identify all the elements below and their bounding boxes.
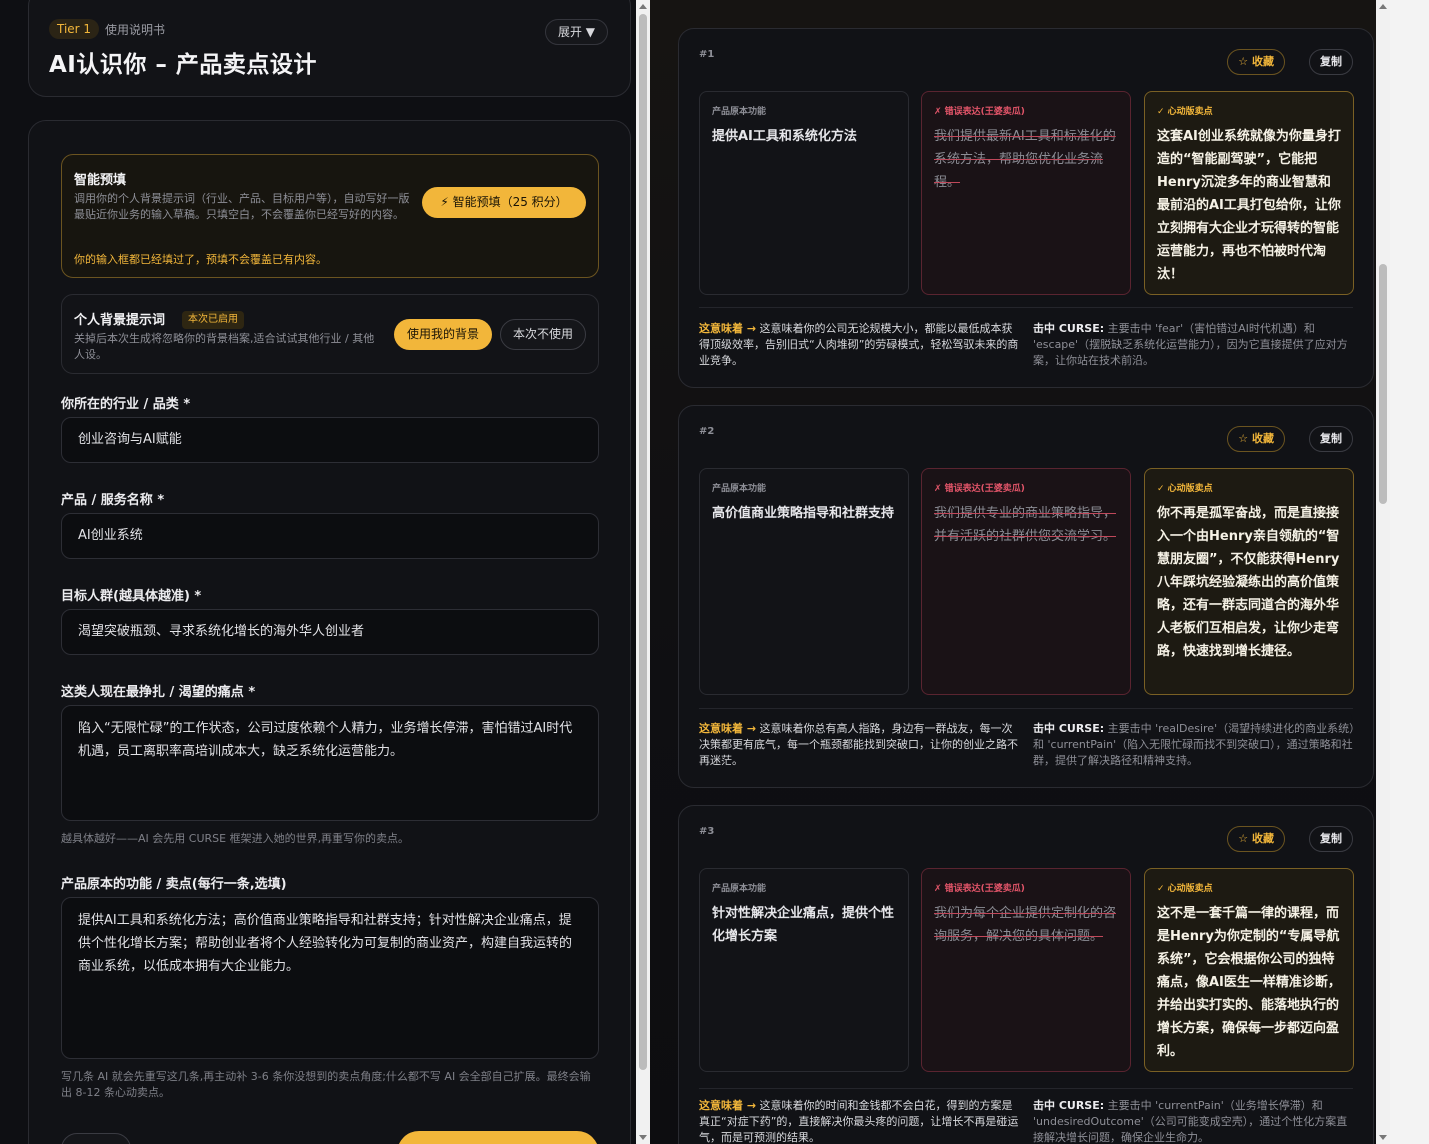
wrong-expression-column: ✗ 错误表达(王婆卖瓜) 我们提供专业的商业策略指导，并有活跃的社群供您交流学习… xyxy=(921,468,1131,695)
enabled-badge: 本次已启用 xyxy=(182,311,244,329)
meaning-text: 这意味着 → 这意味着你总有高人指路，身边有一群战友，每一次决策都更有底气，每一… xyxy=(699,722,1018,767)
wrong-tag: ✗ 错误表达(王婆卖瓜) xyxy=(934,484,1025,494)
original-feature-column: 产品原本功能 提供AI工具和系统化方法 xyxy=(699,91,909,295)
window-edge xyxy=(1390,0,1429,1144)
wrong-tag: ✗ 错误表达(王婆卖瓜) xyxy=(934,107,1025,117)
wrong-expression-column: ✗ 错误表达(王婆卖瓜) 我们为每个企业提供定制化的咨询服务，解决您的具体问题。 xyxy=(921,868,1131,1072)
wrong-tag: ✗ 错误表达(王婆卖瓜) xyxy=(934,884,1025,894)
right-tag: ✓ 心动版卖点 xyxy=(1157,484,1213,494)
result-number: #3 xyxy=(699,826,715,837)
result-card: #3 ☆ 收藏 复制 产品原本功能 针对性解决企业痛点，提供个性化增长方案 ✗ … xyxy=(678,805,1374,1144)
features-hint: 写几条 AI 就会先重写这几条,再主动补 3-6 条你没想到的卖点角度;什么都不… xyxy=(61,1070,591,1099)
input-form: 智能预填 调用你的个人背景提示词（行业、产品、目标用户等），自动写好一版最贴近你… xyxy=(28,120,631,1144)
secondary-button[interactable] xyxy=(61,1133,131,1144)
industry-label: 你所在的行业 / 品类 * xyxy=(61,397,191,412)
left-scrollbar[interactable] xyxy=(636,0,650,1144)
copy-button[interactable]: 复制 xyxy=(1309,426,1353,452)
original-text: 提供AI工具和系统化方法 xyxy=(712,129,857,144)
background-desc: 关掉后本次生成将忽略你的背景档案,适合试试其他行业 / 其他人设。 xyxy=(74,332,375,361)
result-card: #2 ☆ 收藏 复制 产品原本功能 高价值商业策略指导和社群支持 ✗ 错误表达(… xyxy=(678,405,1374,788)
audience-input[interactable]: 渴望突破瓶颈、寻求系统化增长的海外华人创业者 xyxy=(61,609,599,655)
meaning-text: 这意味着 → 这意味着你的时间和金钱都不会白花，得到的方案是真正“对症下药”的，… xyxy=(699,1099,1019,1144)
wrong-text: 我们提供最新AI工具和标准化的系统方法，帮助您优化业务流程。 xyxy=(934,129,1116,190)
original-tag: 产品原本功能 xyxy=(712,484,767,494)
tier-badge: Tier 1 xyxy=(49,19,100,39)
use-background-button[interactable]: 使用我的背景 xyxy=(394,319,492,350)
original-feature-column: 产品原本功能 针对性解决企业痛点，提供个性化增长方案 xyxy=(699,868,909,1072)
left-scrollbar-thumb[interactable] xyxy=(639,14,647,1070)
scroll-down-arrow-icon[interactable] xyxy=(639,1135,647,1140)
right-tag: ✓ 心动版卖点 xyxy=(1157,884,1213,894)
result-number: #2 xyxy=(699,426,715,437)
features-label: 产品原本的功能 / 卖点(每行一条,选填) xyxy=(61,877,287,892)
favorite-button[interactable]: ☆ 收藏 xyxy=(1227,426,1285,452)
smart-prefill-title: 智能预填 xyxy=(74,173,127,188)
wrong-text: 我们为每个企业提供定制化的咨询服务，解决您的具体问题。 xyxy=(934,906,1117,944)
header-card: Tier 1 使用说明书 AI认识你 – 产品卖点设计 展开 ▼ xyxy=(28,0,631,97)
manual-link[interactable]: 使用说明书 xyxy=(105,21,165,38)
original-text: 高价值商业策略指导和社群支持 xyxy=(712,506,895,521)
favorite-button[interactable]: ☆ 收藏 xyxy=(1227,826,1285,852)
right-text: 这不是一套千篇一律的课程，而是Henry为你定制的“专属导航系统”，它会根据你公… xyxy=(1157,906,1341,1059)
wrong-expression-column: ✗ 错误表达(王婆卖瓜) 我们提供最新AI工具和标准化的系统方法，帮助您优化业务… xyxy=(921,91,1131,295)
product-label: 产品 / 服务名称 * xyxy=(61,493,165,508)
left-panel: Tier 1 使用说明书 AI认识你 – 产品卖点设计 展开 ▼ 智能预填 调用… xyxy=(0,0,650,1144)
pain-label: 这类人现在最挣扎 / 渴望的痛点 * xyxy=(61,685,256,700)
expand-button[interactable]: 展开 ▼ xyxy=(544,19,608,45)
audience-label: 目标人群(越具体越准) * xyxy=(61,589,202,604)
features-textarea[interactable]: 提供AI工具和系统化方法；高价值商业策略指导和社群支持；针对性解决企业痛点，提供… xyxy=(61,897,599,1059)
original-text: 针对性解决企业痛点，提供个性化增长方案 xyxy=(712,906,895,944)
generate-button[interactable] xyxy=(397,1131,599,1144)
right-text: 这套AI创业系统就像为你量身打造的“智能副驾驶”，它能把Henry沉淀多年的商业… xyxy=(1157,129,1341,282)
result-card: #1 ☆ 收藏 复制 产品原本功能 提供AI工具和系统化方法 ✗ 错误表达(王婆… xyxy=(678,28,1374,388)
copy-button[interactable]: 复制 xyxy=(1309,49,1353,75)
original-tag: 产品原本功能 xyxy=(712,884,767,894)
right-text: 你不再是孤军奋战，而是直接接入一个由Henry亲自领航的“智慧朋友圈”，不仅能获… xyxy=(1157,506,1340,659)
original-feature-column: 产品原本功能 高价值商业策略指导和社群支持 xyxy=(699,468,909,695)
copy-button[interactable]: 复制 xyxy=(1309,826,1353,852)
results-scrollbar[interactable] xyxy=(1376,0,1390,1144)
pain-hint: 越具体越好——AI 会先用 CURSE 框架进入她的世界,再重写你的卖点。 xyxy=(61,832,410,845)
product-input[interactable]: AI创业系统 xyxy=(61,513,599,559)
heart-selling-point-column: ✓ 心动版卖点 这套AI创业系统就像为你量身打造的“智能副驾驶”，它能把Henr… xyxy=(1144,91,1354,295)
results-panel: #1 ☆ 收藏 复制 产品原本功能 提供AI工具和系统化方法 ✗ 错误表达(王婆… xyxy=(650,0,1390,1144)
favorite-button[interactable]: ☆ 收藏 xyxy=(1227,49,1285,75)
heart-selling-point-column: ✓ 心动版卖点 你不再是孤军奋战，而是直接接入一个由Henry亲自领航的“智慧朋… xyxy=(1144,468,1354,695)
smart-prefill-desc: 调用你的个人背景提示词（行业、产品、目标用户等），自动写好一版最贴近你业务的输入… xyxy=(74,192,410,221)
smart-prefill-button[interactable]: ⚡ 智能预填（25 积分） xyxy=(422,187,586,218)
curse-text: 击中 CURSE: 主要击中 'realDesire'（渴望持续进化的商业系统）… xyxy=(1033,722,1355,767)
industry-input[interactable]: 创业咨询与AI赋能 xyxy=(61,417,599,463)
divider xyxy=(699,1088,1353,1089)
skip-background-button[interactable]: 本次不使用 xyxy=(500,319,586,350)
original-tag: 产品原本功能 xyxy=(712,107,767,117)
heart-selling-point-column: ✓ 心动版卖点 这不是一套千篇一律的课程，而是Henry为你定制的“专属导航系统… xyxy=(1144,868,1354,1072)
divider xyxy=(699,708,1353,709)
meaning-text: 这意味着 → 这意味着你的公司无论规模大小，都能以最低成本获得顶级效率，告别旧式… xyxy=(699,322,1019,367)
results-scrollbar-thumb[interactable] xyxy=(1379,264,1387,504)
smart-prefill-card: 智能预填 调用你的个人背景提示词（行业、产品、目标用户等），自动写好一版最贴近你… xyxy=(61,154,599,278)
scroll-up-arrow-icon[interactable] xyxy=(1379,4,1387,9)
background-title: 个人背景提示词 xyxy=(74,313,166,328)
right-tag: ✓ 心动版卖点 xyxy=(1157,107,1213,117)
curse-text: 击中 CURSE: 主要击中 'currentPain'（业务增长停滞）和 'u… xyxy=(1033,1099,1348,1144)
scroll-up-arrow-icon[interactable] xyxy=(639,4,647,9)
smart-prefill-warning: 你的输入框都已经填过了，预填不会覆盖已有内容。 xyxy=(74,253,327,266)
divider xyxy=(699,307,1353,308)
result-number: #1 xyxy=(699,49,715,60)
wrong-text: 我们提供专业的商业策略指导，并有活跃的社群供您交流学习。 xyxy=(934,506,1117,544)
background-prompt-card: 个人背景提示词 本次已启用 关掉后本次生成将忽略你的背景档案,适合试试其他行业 … xyxy=(61,294,599,374)
pain-textarea[interactable]: 陷入“无限忙碌”的工作状态，公司过度依赖个人精力，业务增长停滞，害怕错过AI时代… xyxy=(61,705,599,821)
scroll-down-arrow-icon[interactable] xyxy=(1379,1135,1387,1140)
curse-text: 击中 CURSE: 主要击中 'fear'（害怕错过AI时代机遇）和 'esca… xyxy=(1033,322,1348,367)
page-title: AI认识你 – 产品卖点设计 xyxy=(49,52,317,78)
